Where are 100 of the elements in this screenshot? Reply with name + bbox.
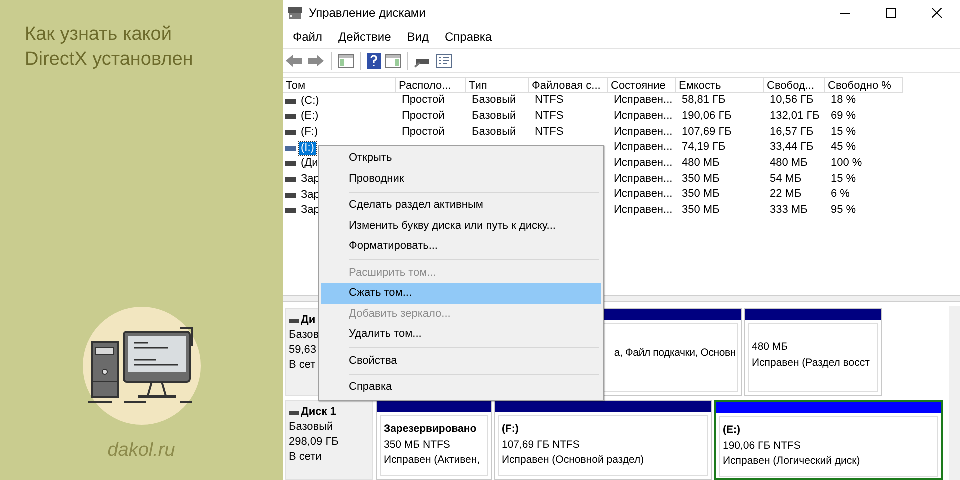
volume-icon (285, 176, 296, 182)
back-arrow-icon[interactable] (285, 54, 303, 68)
disk-management-icon (287, 6, 303, 20)
maximize-icon (886, 8, 896, 18)
banner-title: DirectX установлен (25, 48, 194, 72)
volume-name[interactable]: (I:) (299, 142, 316, 155)
menu-bar-item[interactable]: Файл (285, 26, 331, 48)
partition-label: (F:) (502, 422, 519, 438)
partition-block[interactable]: 480 МБ Исправен (Раздел восст (744, 308, 882, 396)
forward-arrow-icon[interactable] (307, 54, 325, 68)
table-cell-text: 15 % (830, 124, 858, 140)
partition-info: Исправен (Логический диск) (723, 454, 860, 470)
partition-label: Зарезервировано (384, 422, 477, 438)
partition-info: 350 МБ NTFS (384, 438, 450, 453)
table-cell-text: Исправен... (613, 156, 674, 171)
volume-icon (285, 192, 296, 198)
column-header[interactable]: Файловая с... (529, 77, 608, 94)
table-cell-text: 10,56 ГБ (769, 93, 815, 108)
table-cell-text: 190,06 ГБ (681, 108, 733, 124)
table-cell-text: 58,81 ГБ (681, 93, 727, 108)
table-cell-text: Исправен... (613, 172, 674, 187)
column-header[interactable]: Емкость (676, 77, 764, 94)
table-cell-text: 18 % (830, 93, 858, 108)
table-cell-text: 74,19 ГБ (681, 140, 727, 156)
partition-info: а, Файл подкачки, Основн (614, 346, 736, 362)
list-icon[interactable] (436, 54, 452, 68)
disk-state: В сет (289, 358, 316, 374)
disk-type: Базовый (289, 420, 334, 436)
panel-icon[interactable] (385, 54, 401, 68)
menu-item[interactable]: Сделать раздел активным (321, 195, 601, 216)
partition-block[interactable]: (E:) 190,06 ГБ NTFS Исправен (Логический диск) (714, 400, 943, 480)
table-cell-text: Исправен... (613, 140, 674, 156)
column-header[interactable]: Тип (466, 77, 529, 94)
volume-icon (285, 146, 296, 151)
panel-icon[interactable] (338, 54, 354, 68)
table-cell-text: Базовый (471, 124, 518, 140)
table-cell-text: 333 МБ (769, 202, 809, 218)
menu-item[interactable]: Справка (321, 377, 601, 398)
window-title: Управление дисками (309, 6, 426, 20)
disk-name: Диск 1 (301, 405, 336, 420)
table-cell-text: Исправен... (613, 108, 674, 124)
table-cell-text: Исправен... (613, 93, 674, 108)
disk-name: Ди (301, 313, 316, 328)
table-cell-text: 350 МБ (681, 172, 721, 187)
column-header[interactable]: Том (283, 77, 396, 94)
volume-name[interactable]: (Ди (299, 157, 320, 170)
table-cell-text: Простой (401, 124, 446, 140)
table-cell-text: 95 % (830, 202, 858, 218)
volume-name[interactable]: (F:) (299, 126, 320, 139)
table-cell-text: 22 МБ (769, 187, 803, 202)
table-cell-text: 33,44 ГБ (769, 140, 815, 156)
table-cell-text: 6 % (830, 187, 851, 202)
partition-label: (E:) (723, 423, 740, 438)
partition-block[interactable]: Зарезервировано 350 МБ NTFS Исправен (Активен, (376, 400, 492, 480)
menu-bar-item[interactable]: Вид (399, 26, 437, 48)
menu-item[interactable]: Форматировать... (321, 236, 601, 256)
menu-item[interactable]: Свойства (321, 350, 601, 371)
table-cell-text: Исправен... (613, 124, 674, 140)
partition-info: 190,06 ГБ NTFS (723, 438, 801, 454)
column-header[interactable]: Свободно % (825, 77, 903, 94)
menu-bar-item[interactable]: Справка (437, 26, 500, 48)
table-cell-text: 480 МБ (681, 156, 721, 171)
disk-type: Базов (289, 328, 320, 344)
table-cell-text: Базовый (471, 93, 518, 108)
table-cell-text: 16,57 ГБ (769, 124, 815, 140)
table-cell-text: 107,69 ГБ (681, 124, 733, 140)
partition-block[interactable]: (F:) 107,69 ГБ NTFS Исправен (Основной раздел) (494, 400, 712, 480)
table-cell-text: 69 % (830, 108, 858, 124)
partition-info: Исправен (Основной раздел) (502, 453, 644, 468)
menu-item[interactable]: Проводник (321, 168, 601, 189)
partition-info: 480 МБ (752, 340, 788, 356)
table-cell-text: Простой (401, 93, 446, 108)
table-cell-text: Простой (401, 108, 446, 124)
disk-state: В сети (289, 450, 322, 466)
disk-size: 59,63 (289, 343, 317, 358)
table-cell-text: 480 МБ (769, 156, 809, 171)
table-cell-text: Исправен... (613, 202, 674, 218)
table-cell-text: NTFS (534, 93, 565, 108)
volume-name[interactable]: (E:) (299, 110, 321, 124)
help-icon[interactable] (367, 52, 381, 69)
table-cell-text: 54 МБ (769, 172, 803, 187)
table-cell-text: Базовый (471, 108, 518, 124)
volume-name[interactable]: (C:) (299, 94, 322, 108)
table-cell-text: 350 МБ (681, 202, 721, 218)
menu-item[interactable]: Изменить букву диска или путь к диску... (321, 216, 601, 236)
menu-bar-item[interactable]: Действие (330, 26, 400, 48)
volume-icon (285, 161, 296, 166)
disk-size: 298,09 ГБ (289, 435, 339, 450)
column-header[interactable]: Свобод... (764, 77, 825, 94)
column-header[interactable]: Располо... (396, 77, 466, 94)
table-cell-text: NTFS (534, 124, 565, 140)
partition-info: 107,69 ГБ NTFS (502, 438, 580, 453)
volume-icon (285, 114, 296, 120)
column-header[interactable]: Состояние (608, 77, 676, 94)
volume-icon (285, 130, 296, 135)
table-cell-text: NTFS (534, 108, 565, 124)
menu-item[interactable]: Удалить том... (321, 324, 601, 344)
menu-item[interactable]: Открыть (321, 148, 601, 168)
menu-item[interactable]: Сжать том... (321, 283, 601, 304)
table-cell-text: Исправен... (613, 187, 674, 202)
